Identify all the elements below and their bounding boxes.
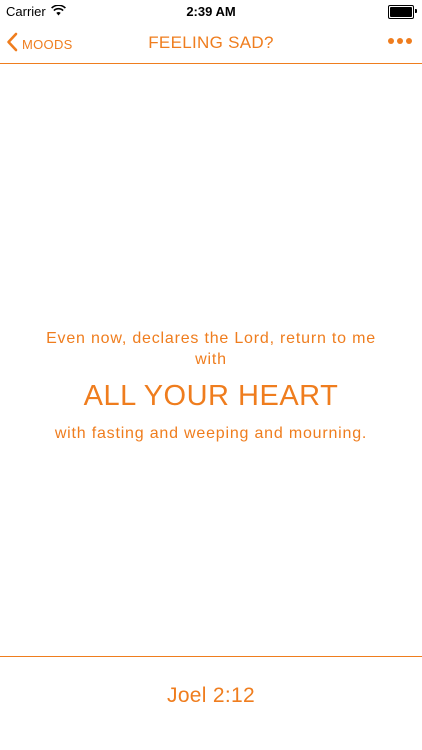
nav-bar: MOODS FEELING SAD? bbox=[0, 24, 422, 64]
more-button[interactable] bbox=[388, 38, 412, 44]
battery-fill bbox=[390, 7, 412, 17]
screen: Carrier 2:39 AM MOODS FEELING SAD? Even … bbox=[0, 0, 422, 750]
page-title: FEELING SAD? bbox=[148, 33, 274, 52]
verse-text: Even now, declares the Lord, return to m… bbox=[20, 328, 402, 443]
more-dot bbox=[397, 38, 403, 44]
verse-line-2: with fasting and weeping and mourning. bbox=[54, 425, 368, 442]
verse-reference: Joel 2:12 bbox=[167, 684, 255, 707]
status-time: 2:39 AM bbox=[186, 4, 236, 19]
more-dots-icon bbox=[388, 38, 394, 44]
verse-emphasis: ALL YOUR HEART bbox=[83, 380, 339, 412]
footer-divider bbox=[0, 656, 422, 657]
status-bar: Carrier 2:39 AM bbox=[0, 0, 422, 24]
battery-icon bbox=[388, 5, 417, 19]
verse-line-1: Even now, declares the Lord, return to m… bbox=[46, 330, 376, 368]
more-dot bbox=[406, 38, 412, 44]
